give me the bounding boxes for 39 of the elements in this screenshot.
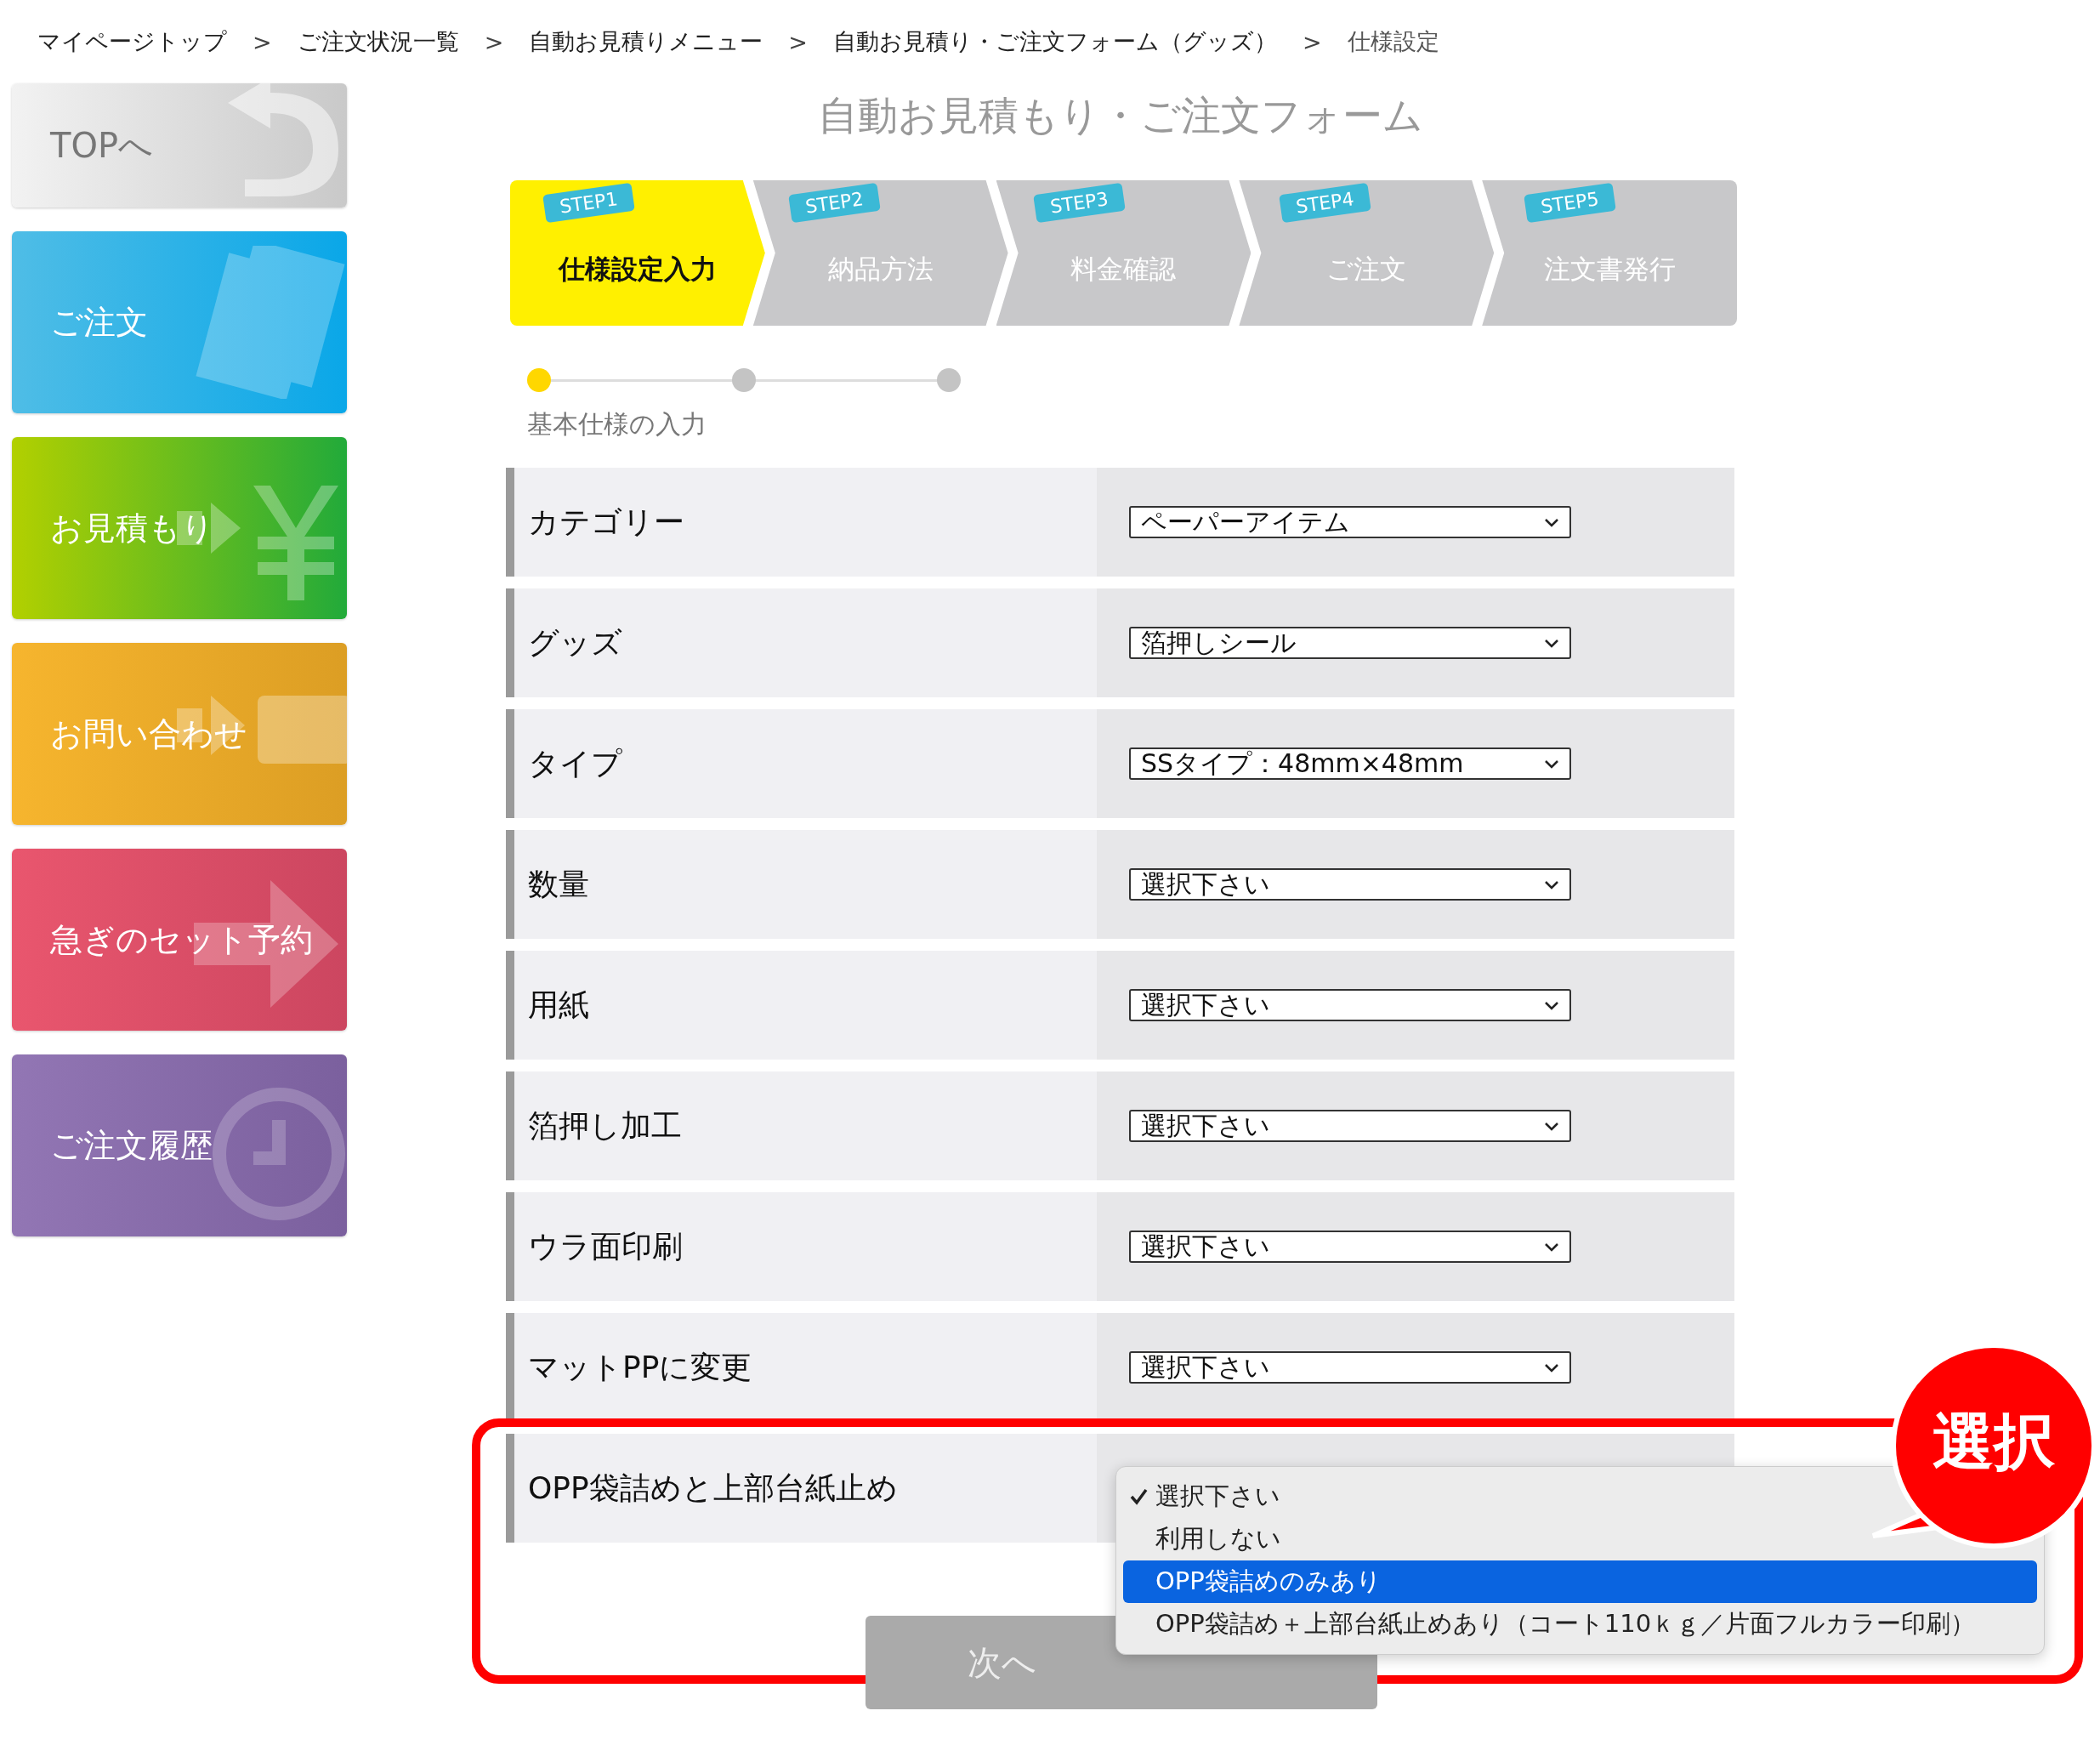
progress-label: 基本仕様の入力: [527, 408, 707, 440]
select-field[interactable]: ペーパーアイテム: [1129, 506, 1571, 538]
select-field[interactable]: 選択下さい: [1129, 1110, 1571, 1142]
breadcrumb-separator: >: [253, 28, 272, 55]
sidebar-menu-button[interactable]: ご注文履歴: [12, 1054, 347, 1236]
breadcrumb-separator: >: [484, 28, 504, 55]
chevron-down-icon: [1544, 637, 1559, 649]
field-label: 箔押し加工: [506, 1071, 1097, 1180]
breadcrumb-link[interactable]: 自動お見積り・ご注文フォーム（グッズ）: [832, 26, 1277, 57]
field-label: グッズ: [506, 588, 1097, 697]
chevron-down-icon: [1544, 878, 1559, 890]
field-label: ウラ面印刷: [506, 1192, 1097, 1301]
sidebar-menu-button[interactable]: TOPへ: [12, 83, 347, 207]
field-label: OPP袋詰めと上部台紙止め: [506, 1434, 1097, 1543]
chevron-down-icon: [1544, 1241, 1559, 1253]
chevron-down-icon: [1544, 1120, 1559, 1132]
breadcrumb-link[interactable]: マイページトップ: [37, 26, 227, 57]
select-field[interactable]: 箔押しシール: [1129, 627, 1571, 659]
field-label: 用紙: [506, 951, 1097, 1060]
sidebar-menu-button[interactable]: 急ぎのセット予約: [12, 849, 347, 1031]
page-title: 自動お見積もり・ご注文フォーム: [816, 90, 1424, 140]
field-label: タイプ: [506, 709, 1097, 818]
chevron-down-icon: [1544, 758, 1559, 770]
dropdown-option[interactable]: OPP袋詰めのみあり: [1123, 1560, 2037, 1603]
select-field[interactable]: 選択下さい: [1129, 989, 1571, 1021]
chevron-down-icon: [1544, 1361, 1559, 1373]
current-page-label: 仕様設定: [1347, 27, 1439, 56]
select-field[interactable]: 選択下さい: [1129, 1231, 1571, 1263]
breadcrumb-separator: >: [1302, 28, 1322, 55]
select-field[interactable]: 選択下さい: [1129, 868, 1571, 901]
field-label: 数量: [506, 830, 1097, 939]
breadcrumb-link[interactable]: ご注文状況一覧: [297, 26, 459, 57]
select-field[interactable]: SSタイプ：48mm×48mm: [1129, 747, 1571, 780]
select-field[interactable]: 選択下さい: [1129, 1351, 1571, 1384]
breadcrumb-separator: >: [788, 28, 808, 55]
chevron-down-icon: [1544, 516, 1559, 528]
chevron-down-icon: [1544, 999, 1559, 1011]
breadcrumb-link[interactable]: 自動お見積りメニュー: [529, 26, 763, 57]
field-label: カテゴリー: [506, 468, 1097, 577]
